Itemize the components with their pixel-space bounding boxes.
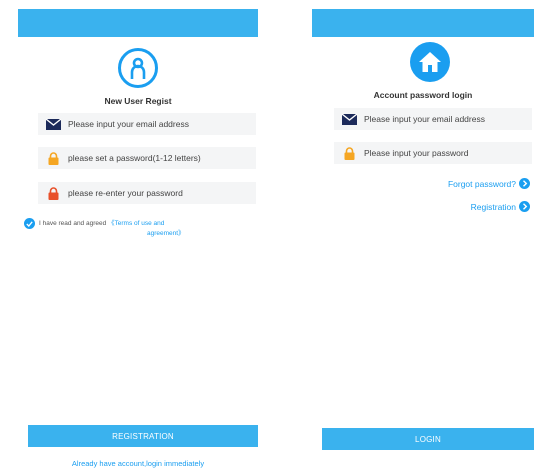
email-field[interactable]: Please input your email address [38,113,256,135]
forgot-password-label: Forgot password? [447,178,516,189]
chevron-right-icon [519,201,530,212]
agree-text: I have read and agreed [39,220,107,227]
email-placeholder: Please input your email address [364,114,485,124]
login-button[interactable]: LOGIN [322,428,534,450]
password-placeholder: please set a password(1-12 letters) [68,153,201,163]
password-field[interactable]: please set a password(1-12 letters) [38,147,256,169]
email-field[interactable]: Please input your email address [334,108,532,130]
page-title: Account password login [373,90,473,100]
forgot-password-link[interactable]: Forgot password? [448,178,530,189]
lock-icon [342,146,357,160]
login-screen: Account password login Please input your… [312,0,534,470]
password-field[interactable]: Please input your password [334,142,532,164]
terms-link-continued[interactable]: agreement》 [39,230,185,237]
envelope-icon [342,113,357,126]
terms-agreement: I have read and agreed 《Terms of use and… [24,218,244,239]
person-icon [118,48,158,88]
email-placeholder: Please input your email address [68,119,189,129]
reenter-password-placeholder: please re-enter your password [68,188,183,198]
login-immediately-link[interactable]: Already have account,login immediately [18,459,258,468]
top-bar [312,9,534,37]
terms-link[interactable]: 《Terms of use and [108,220,164,227]
chevron-right-icon [519,178,530,189]
page-title: New User Regist [104,96,172,106]
password-placeholder: Please input your password [364,148,469,158]
registration-label: Registration [470,201,516,212]
lock-icon [46,186,61,200]
lock-icon [46,151,61,165]
registration-button[interactable]: REGISTRATION [28,425,258,447]
registration-link[interactable]: Registration [471,201,530,212]
register-screen: New User Regist Please input your email … [18,0,258,470]
top-bar [18,9,258,37]
reenter-password-field[interactable]: please re-enter your password [38,182,256,204]
check-icon[interactable] [24,218,35,229]
envelope-icon [46,118,61,131]
home-icon [410,42,450,82]
